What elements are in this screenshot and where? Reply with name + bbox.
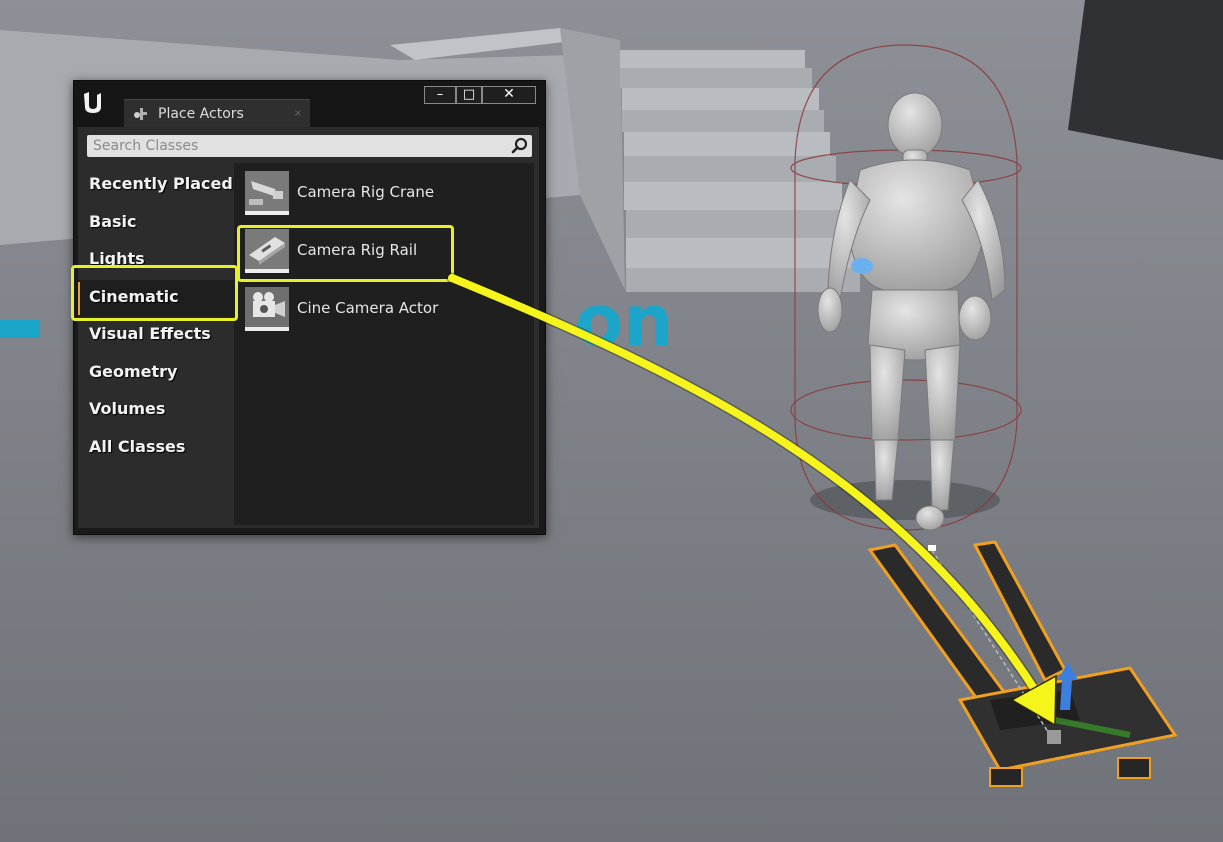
- search-input[interactable]: [87, 135, 507, 157]
- tab-label: Place Actors: [158, 106, 244, 122]
- actor-item-cine-camera-actor[interactable]: Cine Camera Actor: [234, 279, 534, 337]
- search-icon[interactable]: [511, 137, 528, 154]
- category-cinematic[interactable]: Cinematic: [78, 279, 234, 317]
- category-visual-effects[interactable]: Visual Effects: [78, 317, 234, 355]
- category-volumes[interactable]: Volumes: [78, 392, 234, 430]
- actor-item-camera-rig-rail[interactable]: Camera Rig Rail: [234, 221, 534, 279]
- category-basic[interactable]: Basic: [78, 205, 234, 243]
- place-actors-icon: [134, 108, 147, 120]
- cine-camera-actor-icon: [245, 287, 289, 331]
- category-lights[interactable]: Lights: [78, 242, 234, 280]
- unreal-logo-icon: [84, 92, 101, 113]
- actor-item-camera-rig-crane[interactable]: Camera Rig Crane: [234, 163, 534, 221]
- floor-text: on: [575, 280, 673, 362]
- search-box: [87, 135, 532, 157]
- close-button[interactable]: ✕: [482, 86, 536, 104]
- panel-body: Recently Placed Basic Lights Cinematic V…: [78, 127, 539, 528]
- tab-close-icon[interactable]: ×: [294, 100, 302, 128]
- actor-item-label: Cine Camera Actor: [297, 299, 439, 317]
- category-list: Recently Placed Basic Lights Cinematic V…: [78, 167, 234, 467]
- camera-rig-rail-icon: [245, 229, 289, 273]
- maximize-button[interactable]: □: [456, 86, 482, 104]
- actor-list: Camera Rig Crane Camera Rig Rail Cine Ca…: [234, 163, 534, 525]
- minimize-button[interactable]: –: [424, 86, 456, 104]
- actor-item-label: Camera Rig Rail: [297, 241, 418, 259]
- place-actors-panel: Place Actors × – □ ✕ Recently Placed Bas…: [73, 80, 546, 535]
- category-all-classes[interactable]: All Classes: [78, 430, 234, 468]
- title-bar[interactable]: Place Actors × – □ ✕: [74, 81, 545, 127]
- tab-place-actors[interactable]: Place Actors ×: [124, 99, 310, 127]
- category-geometry[interactable]: Geometry: [78, 355, 234, 393]
- actor-item-label: Camera Rig Crane: [297, 183, 435, 201]
- camera-rig-crane-icon: [245, 171, 289, 215]
- category-recently-placed[interactable]: Recently Placed: [78, 167, 234, 205]
